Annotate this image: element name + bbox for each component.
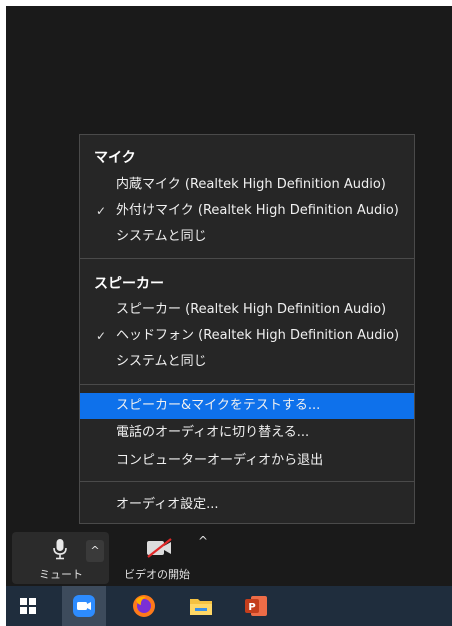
file-explorer-icon[interactable] <box>187 592 215 620</box>
speaker-option-headphones[interactable]: ✓ ヘッドフォン (Realtek High Definition Audio) <box>80 324 414 348</box>
settings-label: オーディオ設定... <box>116 497 219 512</box>
audio-settings-item[interactable]: オーディオ設定... <box>80 493 414 517</box>
menu-divider <box>80 481 414 482</box>
svg-text:P: P <box>248 602 255 613</box>
zoom-app-icon[interactable] <box>70 592 98 620</box>
menu-divider <box>80 258 414 259</box>
audio-options-menu: マイク 内蔵マイク (Realtek High Definition Audio… <box>79 134 415 524</box>
mic-option-internal[interactable]: 内蔵マイク (Realtek High Definition Audio) <box>80 173 414 197</box>
menu-divider <box>80 384 414 385</box>
microphone-icon[interactable] <box>52 538 68 560</box>
test-speaker-mic-item[interactable]: スピーカー&マイクをテストする... <box>80 393 414 419</box>
video-options-caret[interactable]: ^ <box>198 534 208 548</box>
switch-to-phone-audio-item[interactable]: 電話のオーディオに切り替える... <box>80 421 414 445</box>
audio-options-caret-button[interactable]: ^ <box>86 540 104 562</box>
speaker-option-label: システムと同じ <box>116 354 207 369</box>
checkmark-icon: ✓ <box>96 329 107 343</box>
speaker-option-speaker[interactable]: スピーカー (Realtek High Definition Audio) <box>80 298 414 322</box>
mic-option-external[interactable]: ✓ 外付けマイク (Realtek High Definition Audio) <box>80 199 414 223</box>
mic-option-label: システムと同じ <box>116 229 207 244</box>
action-label: スピーカー&マイクをテストする... <box>116 398 321 413</box>
windows-start-icon[interactable] <box>14 592 42 620</box>
mic-option-label: 内蔵マイク (Realtek High Definition Audio) <box>116 177 386 192</box>
mic-option-label: 外付けマイク (Realtek High Definition Audio) <box>116 203 399 218</box>
speaker-section-title: スピーカー <box>94 276 164 292</box>
video-off-icon[interactable] <box>144 537 176 559</box>
action-label: コンピューターオーディオから退出 <box>116 453 324 468</box>
leave-computer-audio-item[interactable]: コンピューターオーディオから退出 <box>80 449 414 473</box>
windows-taskbar: P <box>6 586 452 626</box>
meeting-toolbar: ^ ミュート ^ ビデオの開始 <box>6 530 452 586</box>
mic-option-system[interactable]: システムと同じ <box>80 225 414 249</box>
speaker-option-label: ヘッドフォン (Realtek High Definition Audio) <box>116 328 400 343</box>
start-video-label[interactable]: ビデオの開始 <box>124 566 190 582</box>
speaker-option-system[interactable]: システムと同じ <box>80 350 414 374</box>
firefox-icon[interactable] <box>130 592 158 620</box>
mute-label[interactable]: ミュート <box>39 566 83 582</box>
action-label: 電話のオーディオに切り替える... <box>116 425 310 440</box>
powerpoint-icon[interactable]: P <box>242 592 270 620</box>
mute-button-group: ^ ミュート <box>12 532 109 584</box>
speaker-option-label: スピーカー (Realtek High Definition Audio) <box>116 302 387 317</box>
mic-section-title: マイク <box>94 150 136 166</box>
checkmark-icon: ✓ <box>96 204 107 218</box>
